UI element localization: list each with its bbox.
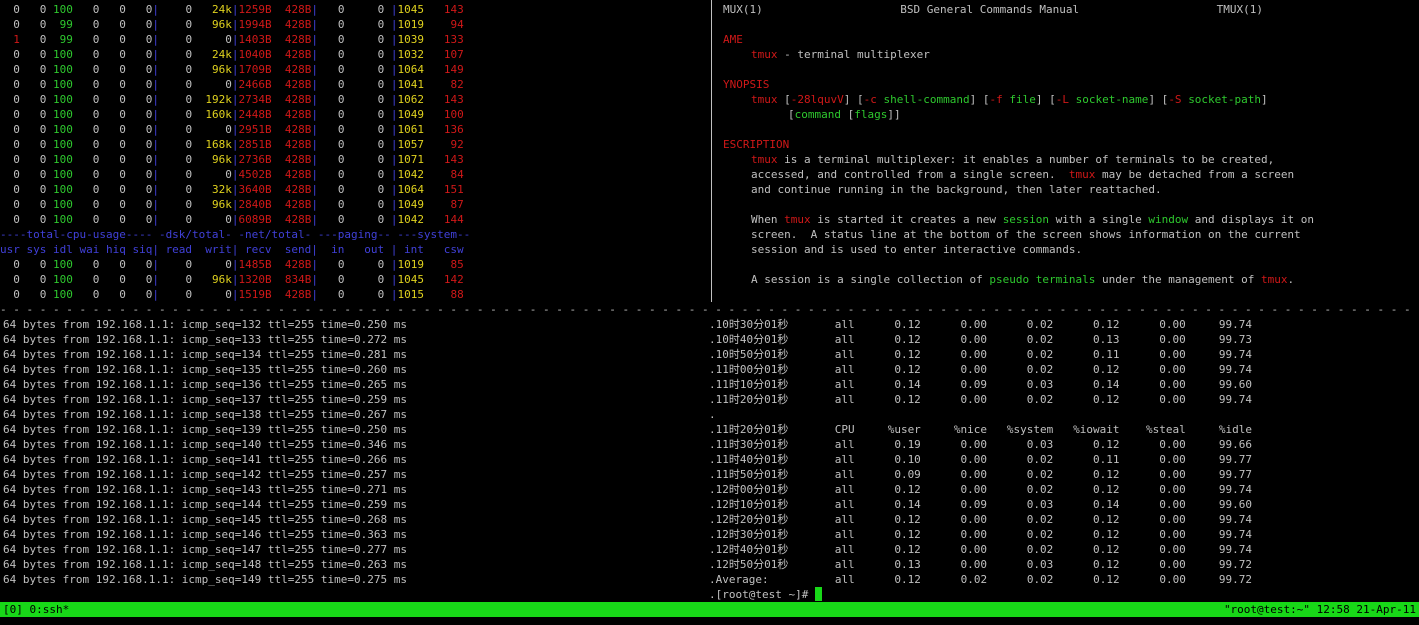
- man-desc-line-6: session and is used to enter interactive…: [751, 243, 1083, 256]
- man-synopsis-heading: YNOPSIS: [723, 78, 770, 91]
- dstat-row: 1 0 99 0 0 0| 0 0|1403B 428B| 0 0 |1039 …: [0, 33, 464, 46]
- pane-vertical-divider[interactable]: [711, 0, 712, 302]
- man-name-heading: AME: [723, 33, 743, 46]
- sar-line: .10时40分01秒 all 0.12 0.00 0.02 0.13 0.00 …: [709, 333, 1252, 346]
- dstat-row: 0 0 100 0 0 0| 0 96k|2736B 428B| 0 0 |10…: [0, 153, 464, 166]
- ping-line: 64 bytes from 192.168.1.1: icmp_seq=140 …: [3, 438, 407, 451]
- man-synopsis-line-2: [command [flags]]: [788, 108, 901, 121]
- ping-line: 64 bytes from 192.168.1.1: icmp_seq=143 …: [3, 483, 407, 496]
- man-desc-line-1: tmux is a terminal multiplexer: it enabl…: [751, 153, 1275, 166]
- dstat-row: 0 0 100 0 0 0| 0 0|6089B 428B| 0 0 |1042…: [0, 213, 464, 226]
- ping-line: 64 bytes from 192.168.1.1: icmp_seq=132 …: [3, 318, 407, 331]
- dstat-row: 0 0 100 0 0 0| 0 96k|1320B 834B| 0 0 |10…: [0, 273, 464, 286]
- man-name-line: tmux - terminal multiplexer: [751, 48, 930, 61]
- dstat-row: 0 0 100 0 0 0| 0 32k|3640B 428B| 0 0 |10…: [0, 183, 464, 196]
- man-title-line: MUX(1) BSD General Commands Manual TMUX(…: [723, 2, 1263, 17]
- status-host-clock: "root@test:~" 12:58 21-Apr-11: [1223, 603, 1416, 616]
- dstat-row: 0 0 100 0 0 0| 0 96k|2840B 428B| 0 0 |10…: [0, 198, 464, 211]
- sar-line: .11时20分01秒 all 0.12 0.00 0.02 0.12 0.00 …: [709, 393, 1252, 406]
- ping-line: 64 bytes from 192.168.1.1: icmp_seq=138 …: [3, 408, 407, 421]
- dstat-row: 0 0 100 0 0 0| 0 168k|2851B 428B| 0 0 |1…: [0, 138, 464, 151]
- dstat-row: 0 0 100 0 0 0| 0 0|1519B 428B| 0 0 |1015…: [0, 288, 464, 301]
- dstat-row: 0 0 100 0 0 0| 0 0|2466B 428B| 0 0 |1041…: [0, 78, 464, 91]
- dstat-row: 0 0 100 0 0 0| 0 96k|1709B 428B| 0 0 |10…: [0, 63, 464, 76]
- man-desc-line-2: accessed, and controlled from a single s…: [751, 168, 1295, 181]
- sar-line: .10时30分01秒 all 0.12 0.00 0.02 0.12 0.00 …: [709, 318, 1252, 331]
- dstat-row: 0 0 100 0 0 0| 0 0|2951B 428B| 0 0 |1061…: [0, 123, 464, 136]
- ping-line: 64 bytes from 192.168.1.1: icmp_seq=136 …: [3, 378, 407, 391]
- man-title-center: BSD General Commands Manual: [900, 3, 1080, 16]
- sar-line: .10时50分01秒 all 0.12 0.00 0.02 0.11 0.00 …: [709, 348, 1252, 361]
- dstat-row: 0 0 100 0 0 0| 0 0|1485B 428B| 0 0 |1019…: [0, 258, 464, 271]
- ping-line: 64 bytes from 192.168.1.1: icmp_seq=144 …: [3, 498, 407, 511]
- ping-line: 64 bytes from 192.168.1.1: icmp_seq=148 …: [3, 558, 407, 571]
- sar-line: .12时30分01秒 all 0.12 0.00 0.02 0.12 0.00 …: [709, 528, 1252, 541]
- sar-line: .11时40分01秒 all 0.10 0.00 0.02 0.11 0.00 …: [709, 453, 1252, 466]
- status-window-list[interactable]: [0] 0:ssh*: [3, 602, 69, 617]
- dstat-column-header: usr sys idl wai hiq siq| read writ| recv…: [0, 243, 471, 256]
- ping-line: 64 bytes from 192.168.1.1: icmp_seq=147 …: [3, 543, 407, 556]
- dstat-row: 0 0 99 0 0 0| 0 96k|1994B 428B| 0 0 |101…: [0, 18, 464, 31]
- sar-line: .11时00分01秒 all 0.12 0.00 0.02 0.12 0.00 …: [709, 363, 1252, 376]
- dstat-pane[interactable]: 0 0 100 0 0 0| 0 24k|1259B 428B| 0 0 |10…: [0, 2, 710, 302]
- sar-line: .12时50分01秒 all 0.13 0.00 0.03 0.12 0.00 …: [709, 558, 1252, 571]
- man-title-left: MUX(1): [723, 3, 763, 16]
- dstat-group-header: ----total-cpu-usage---- -dsk/total- -net…: [0, 228, 471, 241]
- sar-line: .: [709, 408, 716, 421]
- sar-line: .11时30分01秒 all 0.19 0.00 0.03 0.12 0.00 …: [709, 438, 1252, 451]
- pane-horizontal-divider[interactable]: - - - - - - - - - - - - - - - - - - - - …: [0, 302, 1419, 317]
- man-desc-line-5: screen. A status line at the bottom of t…: [751, 228, 1301, 241]
- shell-prompt-line[interactable]: .[root@test ~]#: [709, 587, 1417, 602]
- ping-pane[interactable]: 64 bytes from 192.168.1.1: icmp_seq=132 …: [3, 317, 703, 602]
- ping-line: 64 bytes from 192.168.1.1: icmp_seq=141 …: [3, 453, 407, 466]
- dstat-row: 0 0 100 0 0 0| 0 0|4502B 428B| 0 0 |1042…: [0, 168, 464, 181]
- sar-line: .12时00分01秒 all 0.12 0.00 0.02 0.12 0.00 …: [709, 483, 1252, 496]
- ping-line: 64 bytes from 192.168.1.1: icmp_seq=139 …: [3, 423, 407, 436]
- sar-line: .11时10分01秒 all 0.14 0.09 0.03 0.14 0.00 …: [709, 378, 1252, 391]
- sar-line: .11时20分01秒 CPU %user %nice %system %iowa…: [709, 423, 1252, 436]
- ping-line: 64 bytes from 192.168.1.1: icmp_seq=134 …: [3, 348, 407, 361]
- man-desc-line-4: When tmux is started it creates a new se…: [751, 213, 1314, 226]
- terminal-cursor: [814, 587, 822, 601]
- shell-prompt: .[root@test ~]#: [709, 588, 815, 601]
- ping-line: 64 bytes from 192.168.1.1: icmp_seq=149 …: [3, 573, 407, 586]
- ping-line: 64 bytes from 192.168.1.1: icmp_seq=135 …: [3, 363, 407, 376]
- dstat-row: 0 0 100 0 0 0| 0 160k|2448B 428B| 0 0 |1…: [0, 108, 464, 121]
- tmux-status-bar: [0] 0:ssh* "root@test:~" 12:58 21-Apr-11: [0, 602, 1419, 617]
- dstat-row: 0 0 100 0 0 0| 0 24k|1259B 428B| 0 0 |10…: [0, 3, 464, 16]
- man-description-heading: ESCRIPTION: [723, 138, 790, 151]
- sar-pane[interactable]: .10时30分01秒 all 0.12 0.00 0.02 0.12 0.00 …: [709, 317, 1417, 602]
- sar-line: .12时20分01秒 all 0.12 0.00 0.02 0.12 0.00 …: [709, 513, 1252, 526]
- sar-line: .Average: all 0.12 0.02 0.02 0.12 0.00 9…: [709, 573, 1253, 586]
- man-desc-line-3: and continue running in the background, …: [751, 183, 1162, 196]
- dstat-row: 0 0 100 0 0 0| 0 192k|2734B 428B| 0 0 |1…: [0, 93, 464, 106]
- man-synopsis-line-1: tmux [-28lquvV] [-c shell-command] [-f f…: [751, 93, 1268, 106]
- ping-line: 64 bytes from 192.168.1.1: icmp_seq=142 …: [3, 468, 407, 481]
- ping-line: 64 bytes from 192.168.1.1: icmp_seq=133 …: [3, 333, 407, 346]
- sar-line: .12时10分01秒 all 0.14 0.09 0.03 0.14 0.00 …: [709, 498, 1252, 511]
- dstat-row: 0 0 100 0 0 0| 0 24k|1040B 428B| 0 0 |10…: [0, 48, 464, 61]
- ping-line: 64 bytes from 192.168.1.1: icmp_seq=145 …: [3, 513, 407, 526]
- man-page-pane[interactable]: MUX(1) BSD General Commands Manual TMUX(…: [723, 2, 1413, 302]
- ping-line: 64 bytes from 192.168.1.1: icmp_seq=146 …: [3, 528, 407, 541]
- man-title-right: TMUX(1): [1216, 3, 1263, 16]
- sar-line: .12时40分01秒 all 0.12 0.00 0.02 0.12 0.00 …: [709, 543, 1252, 556]
- man-desc-line-7: A session is a single collection of pseu…: [751, 273, 1295, 286]
- sar-line: .11时50分01秒 all 0.09 0.00 0.02 0.12 0.00 …: [709, 468, 1252, 481]
- ping-line: 64 bytes from 192.168.1.1: icmp_seq=137 …: [3, 393, 407, 406]
